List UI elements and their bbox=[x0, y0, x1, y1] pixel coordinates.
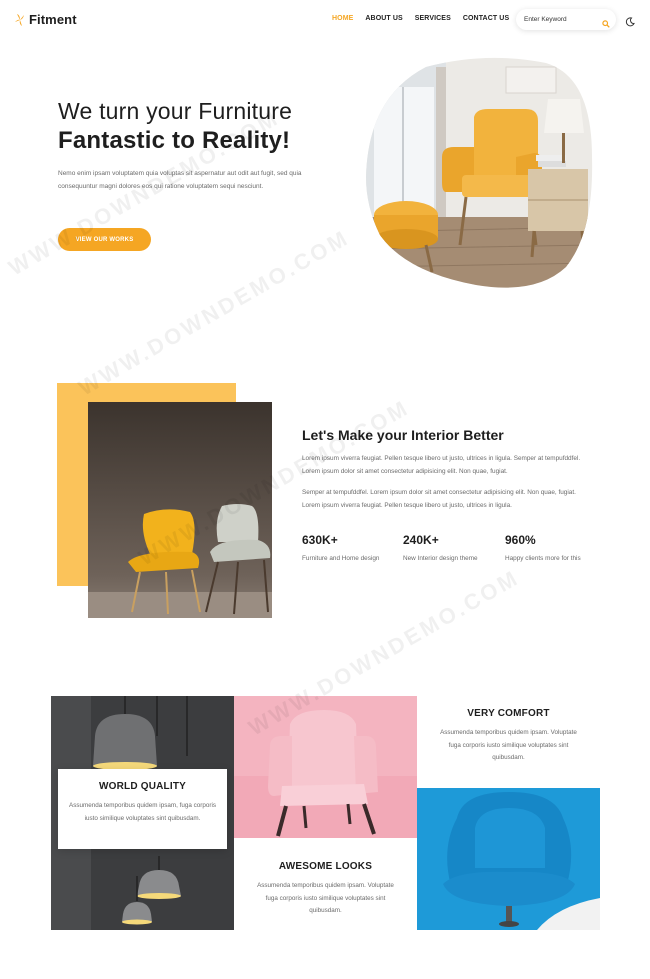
moon-icon[interactable] bbox=[625, 14, 635, 32]
logo[interactable]: Fitment bbox=[14, 12, 77, 27]
about-chairs-image bbox=[88, 402, 272, 618]
nav-about-us[interactable]: ABOUT US bbox=[365, 15, 402, 22]
stat-value: 960% bbox=[505, 533, 536, 547]
feature-text: Assumenda temporibus quidem ipsam, fuga … bbox=[69, 802, 216, 822]
hero-title-line2: Fantastic to Reality! bbox=[58, 127, 291, 154]
stat-label: Furniture and Home design bbox=[302, 555, 380, 562]
feature-title: VERY COMFORT bbox=[467, 708, 550, 719]
stat-clients: 960% Happy clients more for this bbox=[505, 533, 585, 564]
nav-services[interactable]: SERVICES bbox=[415, 15, 451, 22]
nav-home[interactable]: HOME bbox=[332, 15, 353, 22]
search-icon[interactable] bbox=[602, 15, 610, 33]
feature-card-world-quality: WORLD QUALITY Assumenda temporibus quide… bbox=[58, 769, 227, 849]
hero-armchair-image bbox=[366, 57, 594, 289]
hero-title-line1: We turn your Furniture bbox=[58, 98, 293, 124]
view-our-works-button[interactable]: VIEW OUR WORKS bbox=[58, 228, 151, 251]
stat-interior: 240K+ New Interior design theme bbox=[403, 533, 483, 564]
stat-label: Happy clients more for this bbox=[505, 555, 581, 562]
nav-contact-us[interactable]: CONTACT US bbox=[463, 15, 509, 22]
watermark: WWW.DOWNDEMO.COM bbox=[74, 224, 354, 401]
feature-title: AWESOME LOOKS bbox=[278, 861, 373, 872]
feature-card-awesome-looks: AWESOME LOOKS Assumenda temporibus quide… bbox=[234, 838, 417, 930]
search-input[interactable] bbox=[524, 16, 600, 23]
logo-leaf-icon bbox=[14, 13, 26, 27]
logo-text: Fitment bbox=[29, 12, 77, 27]
feature-title: WORLD QUALITY bbox=[98, 781, 187, 792]
stat-value: 240K+ bbox=[403, 533, 439, 547]
about-paragraph-1: Lorem ipsum viverra feugiat. Pellen tesq… bbox=[302, 455, 581, 475]
stat-furniture: 630K+ Furniture and Home design bbox=[302, 533, 382, 564]
pink-armchair-image bbox=[234, 696, 417, 838]
feature-card-very-comfort: VERY COMFORT Assumenda temporibus quidem… bbox=[417, 696, 600, 788]
feature-text: Assumenda temporibus quidem ipsam. Volup… bbox=[257, 882, 394, 914]
about-paragraph-2: Semper at tempufddfel. Lorem ipsum dolor… bbox=[302, 489, 576, 509]
stat-label: New Interior design theme bbox=[403, 555, 478, 562]
main-nav: HOME ABOUT US SERVICES CONTACT US bbox=[332, 15, 509, 22]
about-title: Let's Make your Interior Better bbox=[302, 427, 504, 443]
stat-value: 630K+ bbox=[302, 533, 338, 547]
feature-text: Assumenda temporibus quidem ipsam. Volup… bbox=[440, 729, 577, 761]
search-box bbox=[516, 9, 616, 30]
hero-description: Nemo enim ipsam voluptatem quia voluptas… bbox=[58, 170, 302, 190]
site-header: Fitment HOME ABOUT US SERVICES CONTACT U… bbox=[0, 0, 650, 40]
blue-chair-image bbox=[417, 788, 600, 930]
